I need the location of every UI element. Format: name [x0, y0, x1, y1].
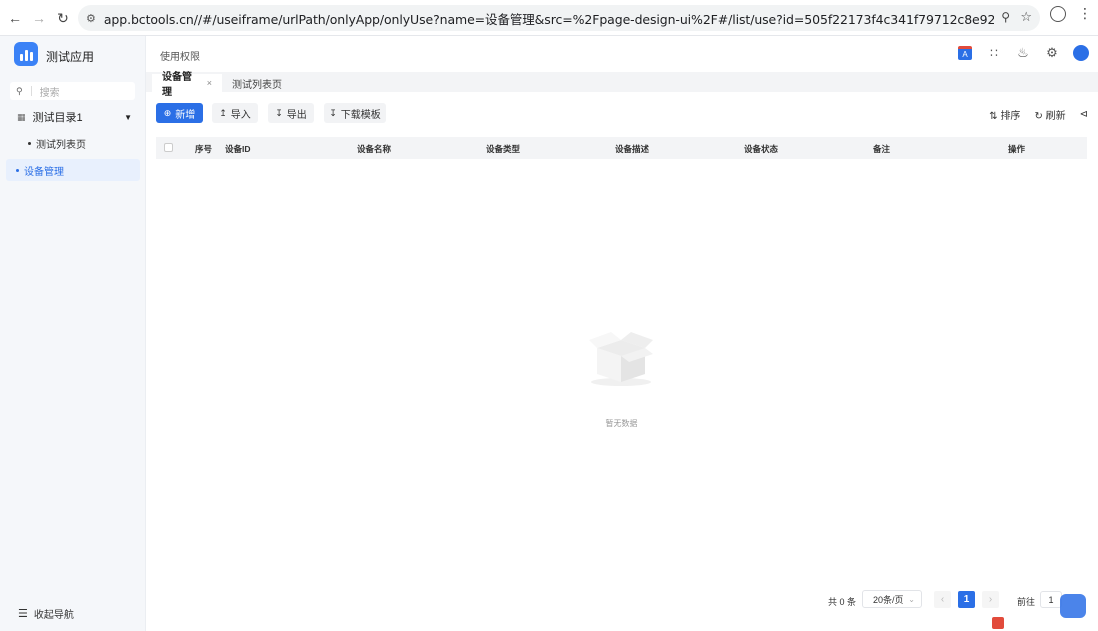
refresh-icon: ↻: [1034, 111, 1043, 122]
reload-icon[interactable]: ↻: [50, 5, 76, 31]
tab-label: 测试列表页: [232, 79, 282, 91]
chevron-down-icon: ⌄: [908, 594, 915, 604]
table-header: 序号 设备ID 设备名称 设备类型 设备描述 设备状态 备注 操作: [156, 137, 1087, 159]
sidebar-group-test-dir[interactable]: ▦ 测试目录1 ▼: [0, 108, 146, 126]
goto-label: 前往: [1017, 597, 1036, 607]
refresh-button[interactable]: ↻ 刷新: [1034, 107, 1065, 122]
total-count: 共 0 条: [828, 597, 857, 607]
bookmark-star-icon[interactable]: ☆: [1020, 9, 1032, 25]
sidebar-group-label: 测试目录1: [32, 112, 83, 124]
page-tabs: 设备管理 × 测试列表页: [146, 72, 1098, 98]
sidebar-item-label: 设备管理: [24, 166, 64, 178]
export-button[interactable]: ↧ 导出: [268, 103, 314, 123]
import-button[interactable]: ↥ 导入: [212, 103, 258, 123]
page-size-value: 20条/页: [873, 594, 904, 605]
assistant-robot-icon[interactable]: [1060, 594, 1086, 618]
close-icon[interactable]: ×: [207, 78, 212, 88]
col-header: 备注: [873, 144, 891, 154]
page-size-select[interactable]: 20条/页 ⌄: [862, 590, 922, 608]
col-header: 设备类型: [486, 144, 521, 154]
col-header: 操作: [1008, 144, 1026, 154]
download-template-label: 下载模板: [340, 109, 381, 121]
sidebar-item-test-list[interactable]: 测试列表页: [0, 135, 146, 151]
caret-down-icon: ▼: [124, 112, 132, 122]
search-icon: ⚲: [16, 85, 23, 96]
forward-icon[interactable]: →: [26, 5, 52, 31]
import-label: 导入: [230, 109, 251, 121]
empty-box-icon: [585, 318, 657, 388]
site-info-icon[interactable]: ⚙: [86, 12, 96, 25]
back-icon[interactable]: ←: [2, 5, 28, 31]
next-page-button[interactable]: ›: [982, 591, 999, 608]
upload-icon: ↥: [219, 107, 227, 118]
collapse-nav-button[interactable]: ☰ 收起导航: [18, 606, 74, 621]
export-label: 导出: [286, 109, 307, 121]
browser-toolbar: ← → ↻ ⚙ app.bctools.cn//#/useiframe/urlP…: [0, 0, 1098, 36]
search-placeholder: 搜索: [39, 87, 60, 99]
collapse-nav-label: 收起导航: [33, 610, 74, 621]
address-bar[interactable]: ⚙ app.bctools.cn//#/useiframe/urlPath/on…: [78, 5, 1040, 31]
download-icon: ↧: [275, 107, 283, 118]
apps-grid-icon[interactable]: ∷: [985, 44, 1003, 62]
profile-icon[interactable]: [1050, 5, 1066, 22]
bell-icon[interactable]: ♨: [1014, 44, 1032, 62]
page-number-current[interactable]: 1: [958, 591, 975, 608]
col-header: 设备状态: [744, 144, 779, 154]
add-label: 新增: [175, 109, 196, 121]
share-icon[interactable]: ⊲: [1080, 109, 1088, 120]
sort-icon: ⇅: [989, 111, 998, 122]
top-header: 使用权限 A ∷ ♨ ⚙: [146, 36, 1098, 72]
sort-label: 排序: [1000, 111, 1021, 122]
url-text: app.bctools.cn//#/useiframe/urlPath/only…: [103, 11, 994, 27]
translate-badge-icon[interactable]: A: [956, 44, 974, 62]
goto-page-input[interactable]: 1: [1040, 591, 1062, 608]
app-logo-icon: [14, 42, 38, 66]
sort-button[interactable]: ⇅ 排序: [989, 107, 1020, 122]
gear-icon[interactable]: ⚙: [1043, 44, 1061, 62]
tab-device-mgmt[interactable]: 设备管理 ×: [152, 72, 222, 98]
download-icon: ↧: [329, 107, 337, 118]
avatar[interactable]: [1072, 44, 1090, 62]
plus-circle-icon: ⊕: [163, 107, 172, 118]
select-all-checkbox[interactable]: [164, 143, 173, 152]
col-header: 设备ID: [225, 144, 251, 154]
browser-menu-icon[interactable]: ⋮: [1078, 5, 1092, 22]
col-header: 序号: [195, 144, 213, 154]
tab-label: 设备管理: [162, 72, 192, 98]
sidebar-item-device-mgmt[interactable]: 设备管理: [6, 159, 140, 181]
col-header: 设备名称: [357, 144, 392, 154]
folder-grid-icon: ▦: [17, 111, 26, 122]
app-name: 测试应用: [46, 50, 95, 64]
sidebar: 测试应用 ⚲ 搜索 ▦ 测试目录1 ▼ 测试列表页 设备管理 ☰ 收起导航: [0, 36, 146, 631]
collapse-menu-icon: ☰: [18, 608, 28, 620]
download-template-button[interactable]: ↧ 下载模板: [324, 103, 386, 123]
tab-test-list[interactable]: 测试列表页: [222, 74, 292, 92]
empty-state-text: 暂无数据: [605, 419, 638, 428]
html5-badge-icon: [992, 617, 1004, 629]
permission-label: 使用权限: [160, 52, 200, 63]
zoom-icon[interactable]: ⚲: [1001, 10, 1010, 24]
prev-page-button[interactable]: ‹: [934, 591, 951, 608]
add-button[interactable]: ⊕ 新增: [156, 103, 203, 123]
sidebar-item-label: 测试列表页: [36, 139, 86, 151]
table-tools: ⇅ 排序 ↻ 刷新 ⊲: [989, 107, 1088, 122]
refresh-label: 刷新: [1045, 111, 1066, 122]
col-header: 设备描述: [615, 144, 650, 154]
sidebar-search-input[interactable]: ⚲ 搜索: [10, 82, 135, 100]
